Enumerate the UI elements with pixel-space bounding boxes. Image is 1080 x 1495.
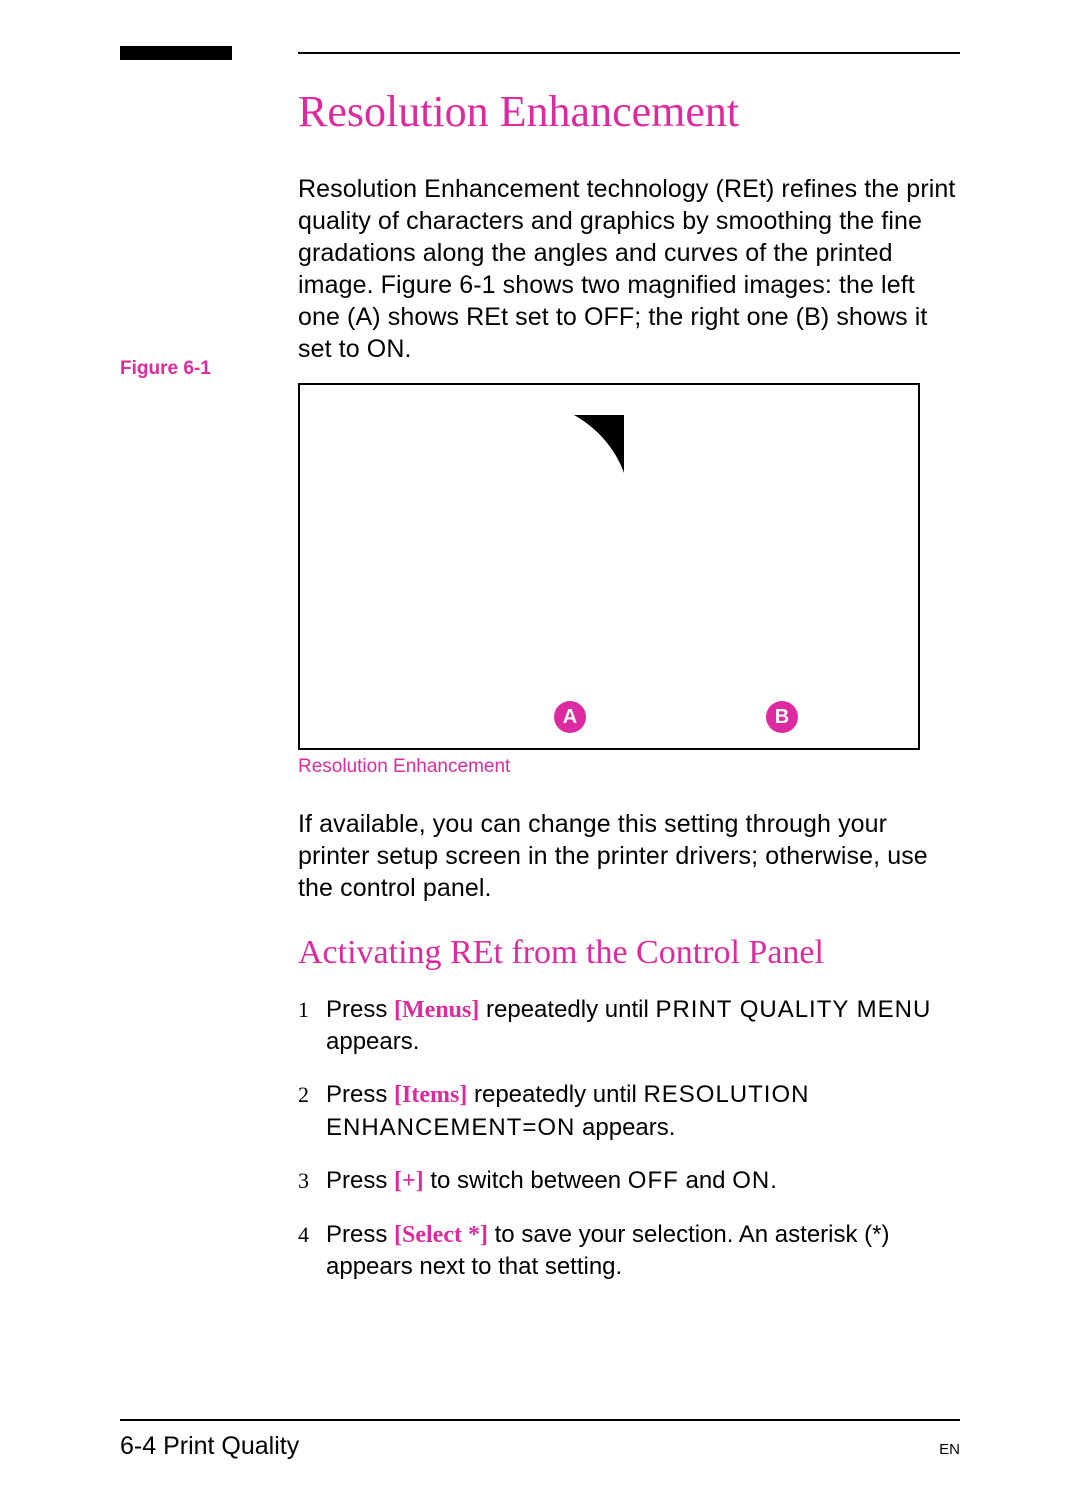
page-footer: 6-4 Print Quality EN (120, 1432, 960, 1461)
key-select: [Select *] (394, 1222, 488, 1248)
step-4: Press [Select *] to save your selection.… (298, 1219, 960, 1282)
header-rule-thick (120, 46, 232, 60)
post-figure-paragraph: If available, you can change this settin… (298, 808, 960, 904)
header-rule-thin (298, 52, 960, 54)
key-items: [Items] (394, 1082, 467, 1108)
step-1: Press [Menus] repeatedly until PRINT QUA… (298, 994, 960, 1057)
intro-paragraph: Resolution Enhancement technology (REt) … (298, 173, 960, 365)
figure-swatch-a (506, 415, 624, 533)
figure-badge-a: A (554, 701, 586, 733)
figure-label: Figure 6-1 (120, 358, 211, 380)
figure-caption: Resolution Enhancement (298, 756, 960, 778)
step-3: Press [+] to switch between OFF and ON. (298, 1165, 960, 1197)
page-title: Resolution Enhancement (298, 86, 960, 137)
key-plus: [+] (394, 1168, 424, 1194)
footer-page: 6-4 Print Quality (120, 1432, 299, 1461)
figure-badge-b: B (766, 701, 798, 733)
footer-rule (120, 1419, 960, 1421)
figure-box: A B (298, 383, 920, 750)
footer-lang: EN (939, 1441, 960, 1458)
section-subtitle: Activating REt from the Control Panel (298, 934, 960, 972)
key-menus: [Menus] (394, 997, 479, 1023)
step-2: Press [Items] repeatedly until RESOLUTIO… (298, 1079, 960, 1142)
steps-list: Press [Menus] repeatedly until PRINT QUA… (298, 994, 960, 1282)
